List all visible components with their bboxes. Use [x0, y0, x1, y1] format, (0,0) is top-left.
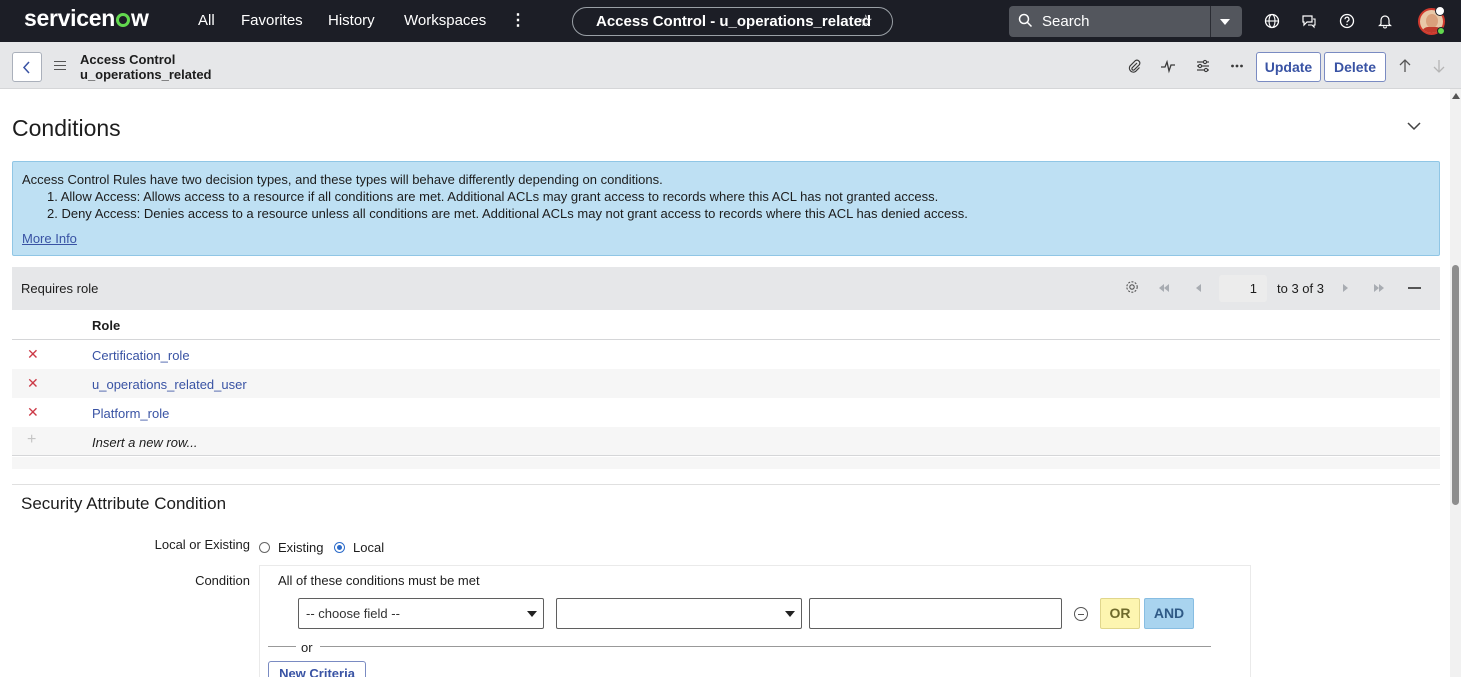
activity-icon[interactable]	[1160, 58, 1176, 74]
requires-role-header: Requires role 1 to 3 of 3	[12, 267, 1440, 310]
form-title-type: Access Control	[80, 52, 176, 67]
new-criteria-button[interactable]: New Criteria	[268, 661, 366, 677]
form-title-record: u_operations_related	[80, 67, 212, 82]
or-separator-text: or	[301, 640, 313, 655]
operator-select[interactable]	[556, 598, 802, 629]
vertical-scrollbar[interactable]	[1450, 89, 1461, 677]
scrollbar-thumb[interactable]	[1452, 265, 1459, 505]
radio-existing[interactable]	[259, 542, 270, 553]
form-content: Conditions Access Control Rules have two…	[0, 89, 1450, 677]
add-row-icon: +	[27, 431, 37, 448]
avatar-face	[1426, 14, 1438, 28]
insert-row-label[interactable]: Insert a new row...	[92, 435, 198, 450]
pager-range-text: to 3 of 3	[1277, 281, 1324, 296]
security-attribute-title: Security Attribute Condition	[21, 494, 227, 513]
previous-page-icon[interactable]	[1196, 284, 1201, 292]
remove-row-icon[interactable]: ✕	[27, 346, 39, 363]
page-number-input[interactable]: 1	[1219, 275, 1267, 302]
or-separator-line-right	[320, 646, 1211, 647]
role-link[interactable]: u_operations_related_user	[92, 377, 247, 392]
avatar-status-dot	[1437, 27, 1445, 35]
next-page-icon[interactable]	[1343, 284, 1348, 292]
update-button[interactable]: Update	[1256, 52, 1321, 82]
help-icon[interactable]	[1339, 13, 1355, 29]
info-line-1: Access Control Rules have two decision t…	[22, 172, 663, 187]
radio-local-label[interactable]: Local	[353, 540, 384, 555]
radio-existing-label[interactable]: Existing	[278, 540, 324, 555]
section-divider	[12, 484, 1440, 485]
global-search[interactable]: Search	[1009, 6, 1242, 37]
remove-row-icon[interactable]: ✕	[27, 404, 39, 421]
favorite-star-icon[interactable]: ☆	[859, 8, 873, 35]
paperclip-icon[interactable]	[1126, 58, 1142, 74]
first-page-icon-part	[1164, 284, 1169, 292]
search-input[interactable]: Search	[1042, 13, 1090, 30]
arrow-down-icon[interactable]	[1431, 58, 1447, 74]
scroll-up-icon[interactable]	[1452, 93, 1460, 99]
servicenow-logo[interactable]: servicen w	[24, 5, 149, 32]
role-column-header: Role	[12, 310, 1440, 340]
more-info-link[interactable]: More Info	[22, 230, 77, 247]
chevron-down-icon	[785, 611, 795, 617]
requires-role-title: Requires role	[21, 281, 99, 296]
and-button[interactable]: AND	[1144, 598, 1194, 629]
form-header: Access Control u_operations_related Upda…	[0, 42, 1461, 89]
info-message-box: Access Control Rules have two decision t…	[12, 161, 1440, 256]
globe-icon[interactable]	[1264, 13, 1280, 29]
condition-value-input[interactable]	[809, 598, 1062, 629]
condition-label: Condition	[195, 573, 250, 588]
back-button[interactable]	[12, 52, 42, 82]
last-page-icon-part	[1379, 284, 1384, 292]
or-separator-line-left	[268, 646, 296, 647]
more-options-icon[interactable]	[1229, 58, 1245, 74]
more-menu-icon[interactable]: ⋮	[510, 10, 526, 30]
search-icon	[1018, 13, 1033, 28]
search-scope-dropdown-icon[interactable]	[1220, 19, 1230, 25]
role-column-label[interactable]: Role	[92, 318, 120, 333]
insert-row[interactable]: + Insert a new row...	[12, 427, 1440, 456]
context-pill-label: Access Control - u_operations_related	[596, 13, 872, 30]
nav-all[interactable]: All	[198, 12, 215, 29]
chat-icon[interactable]	[1301, 13, 1317, 29]
or-button[interactable]: OR	[1100, 598, 1140, 629]
radio-local[interactable]	[334, 542, 345, 553]
chevron-down-icon	[527, 611, 537, 617]
field-select[interactable]: -- choose field --	[298, 598, 544, 629]
info-line-3: 2. Deny Access: Denies access to a resou…	[47, 206, 968, 221]
nav-favorites[interactable]: Favorites	[241, 12, 303, 29]
condition-note: All of these conditions must be met	[278, 573, 480, 588]
context-pill[interactable]: Access Control - u_operations_related ☆	[572, 7, 893, 36]
context-menu-icon[interactable]	[54, 61, 66, 73]
role-link[interactable]: Platform_role	[92, 406, 169, 421]
list-footer	[12, 457, 1440, 469]
bell-icon[interactable]	[1377, 13, 1393, 29]
role-link[interactable]: Certification_role	[92, 348, 190, 363]
info-line-2: 1. Allow Access: Allows access to a reso…	[47, 189, 939, 204]
collapse-list-icon[interactable]	[1408, 287, 1421, 289]
chevron-down-icon[interactable]	[1406, 121, 1422, 131]
gear-icon[interactable]	[1125, 280, 1139, 294]
remove-row-icon[interactable]: ✕	[27, 375, 39, 392]
avatar-badge	[1435, 6, 1445, 16]
nav-history[interactable]: History	[328, 12, 375, 29]
chevron-left-icon	[22, 61, 30, 74]
table-row: ✕ Platform_role	[12, 398, 1440, 427]
local-or-existing-label: Local or Existing	[154, 537, 250, 552]
search-divider	[1210, 6, 1211, 37]
settings-sliders-icon[interactable]	[1195, 58, 1211, 74]
table-row: ✕ u_operations_related_user	[12, 369, 1440, 398]
arrow-up-icon[interactable]	[1397, 58, 1413, 74]
nav-workspaces[interactable]: Workspaces	[404, 12, 486, 29]
remove-condition-icon[interactable]	[1074, 607, 1088, 621]
table-row: ✕ Certification_role	[12, 340, 1440, 369]
top-navigation-bar: servicen w All Favorites History Workspac…	[0, 0, 1461, 42]
section-title-conditions: Conditions	[12, 115, 121, 141]
delete-button[interactable]: Delete	[1324, 52, 1386, 82]
field-select-value: -- choose field --	[306, 606, 400, 621]
